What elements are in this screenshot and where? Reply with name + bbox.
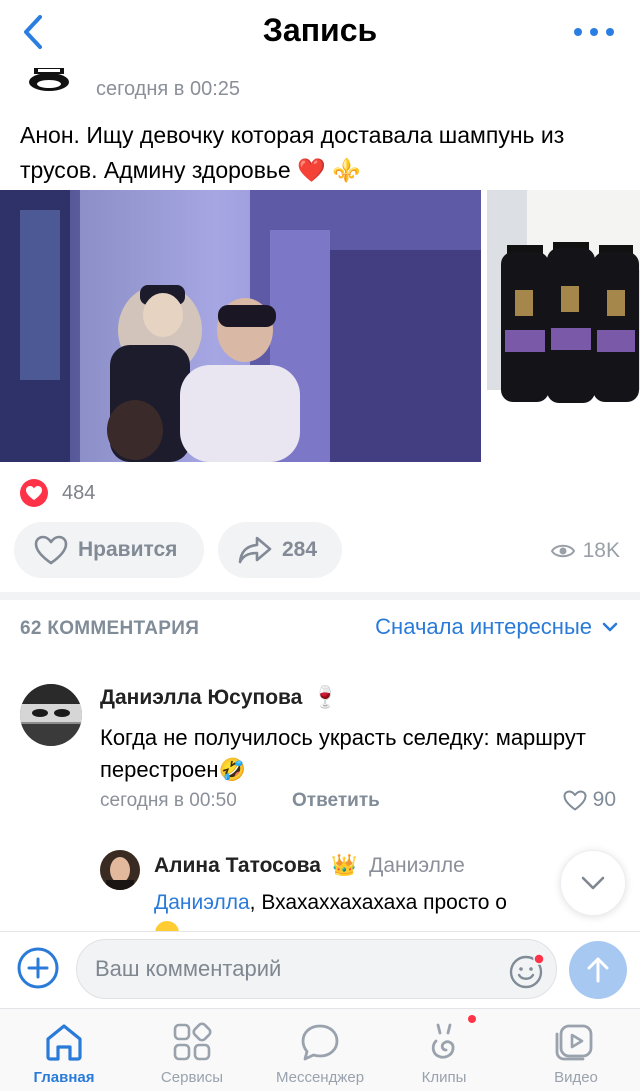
services-icon [173, 1022, 212, 1061]
post-photo-cctv[interactable] [0, 190, 481, 462]
section-divider [0, 592, 640, 600]
heart-icon [20, 479, 48, 507]
likes-summary[interactable]: 484 [20, 478, 95, 508]
comment-input[interactable] [95, 940, 495, 998]
views-count: 18K [582, 539, 620, 562]
reply-to-name[interactable]: Даниэлле [369, 854, 465, 878]
chevron-down-icon [581, 876, 605, 890]
tab-label: Мессенджер [275, 1069, 365, 1086]
avatar[interactable] [100, 850, 140, 890]
comment-like-button[interactable]: 90 [563, 788, 616, 812]
tab-services[interactable]: Сервисы [132, 1009, 252, 1091]
community-logo-icon [20, 62, 78, 104]
scroll-down-button[interactable] [560, 850, 626, 916]
video-icon [555, 1024, 593, 1061]
dot [590, 28, 598, 36]
clips-badge [468, 1015, 476, 1023]
tab-label: Клипы [421, 1069, 467, 1086]
community-avatar[interactable] [20, 62, 78, 104]
likes-count: 484 [62, 481, 96, 504]
comment-text-body: , Вхахаххахахаха просто о [249, 891, 507, 914]
clips-icon [431, 1023, 455, 1059]
mention-link[interactable]: Даниэлла [154, 891, 250, 914]
home-icon [46, 1024, 82, 1061]
like-button-label: Нравится [78, 538, 178, 561]
messenger-icon [301, 1024, 339, 1061]
smile-icon [509, 953, 545, 989]
comment-time: сегодня в 00:50 [100, 790, 237, 811]
chevron-down-icon [602, 622, 618, 632]
author-emoji: 🍷 [312, 686, 339, 709]
photo-illustration [0, 190, 481, 462]
arrow-up-icon [587, 957, 609, 983]
author-emoji: 👑 [330, 854, 358, 877]
top-nav-bar: Запись [0, 0, 640, 66]
tab-clips[interactable]: Клипы [384, 1009, 504, 1091]
views-counter: 18K [550, 536, 620, 566]
bottom-tab-bar: Главная Сервисы Мессенджер Клипы Видео [0, 1008, 640, 1091]
comments-sort-dropdown[interactable]: Сначала интересные [375, 614, 618, 640]
send-button[interactable] [569, 941, 627, 999]
comment-text: Когда не получилось украсть селедку: мар… [100, 725, 586, 782]
dot [606, 28, 614, 36]
tab-video[interactable]: Видео [516, 1009, 636, 1091]
share-icon [238, 536, 272, 564]
heart-outline-icon [563, 790, 587, 810]
comment-author[interactable]: Даниэлла Юсупова 🍷 [100, 686, 339, 710]
tab-home[interactable]: Главная [4, 1009, 124, 1091]
chevron-left-icon [24, 15, 42, 49]
photo-illustration [487, 190, 640, 462]
avatar-image [100, 850, 140, 890]
avatar-image [20, 684, 82, 746]
post-text: Анон. Ищу девочку которая доставала шамп… [20, 122, 565, 183]
heart-outline-icon [34, 535, 68, 565]
comment-author-name: Даниэлла Юсупова [100, 686, 303, 709]
emoji-button[interactable] [508, 952, 546, 990]
tab-label: Главная [33, 1069, 95, 1086]
page-title: Запись [262, 12, 378, 48]
sort-label: Сначала интересные [375, 614, 592, 639]
attach-button[interactable] [16, 946, 60, 990]
comment-composer [0, 931, 640, 1007]
back-button[interactable] [18, 12, 48, 52]
comment-author-name: Алина Татосова [154, 854, 321, 877]
like-button[interactable]: Нравится [14, 522, 204, 578]
post-time: сегодня в 00:25 [96, 78, 240, 100]
comment-likes-count: 90 [592, 788, 616, 811]
comment-input-wrapper [76, 939, 557, 999]
plus-circle-icon [17, 947, 59, 989]
tab-label: Видео [554, 1069, 598, 1086]
reply-button[interactable]: Ответить [292, 790, 380, 812]
more-options-button[interactable] [574, 22, 614, 42]
share-button[interactable]: 284 [218, 522, 342, 578]
tab-messenger[interactable]: Мессенджер [260, 1009, 380, 1091]
post-photo-shampoo[interactable] [487, 190, 640, 462]
shares-count: 284 [282, 538, 318, 561]
comments-count: 62 КОММЕНТАРИЯ [20, 618, 200, 639]
comment-text: Даниэлла, Вхахаххахахаха просто о [154, 888, 584, 918]
tab-label: Сервисы [160, 1069, 224, 1086]
eye-icon [550, 544, 575, 558]
comment-author[interactable]: Алина Татосова 👑 Даниэлле [154, 854, 465, 878]
avatar[interactable] [20, 684, 82, 746]
dot [574, 28, 582, 36]
